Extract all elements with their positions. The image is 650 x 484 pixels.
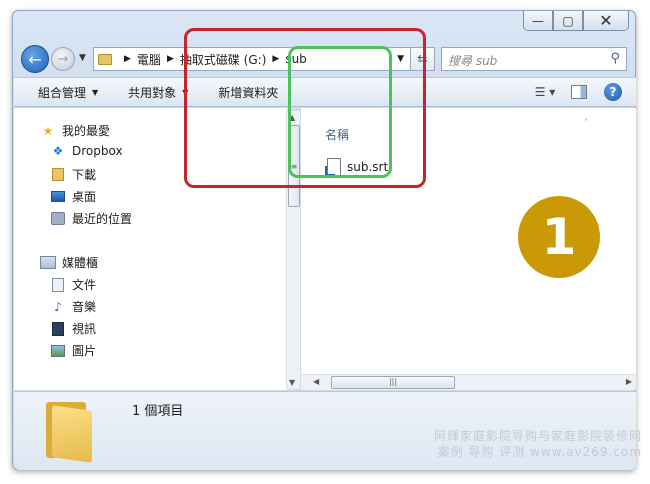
help-icon: ? — [604, 83, 622, 101]
picture-icon — [50, 344, 66, 358]
library-icon — [40, 256, 56, 270]
toolbar-right: ☰ ▾ ? — [534, 78, 636, 106]
recent-places-icon — [50, 212, 66, 226]
download-folder-icon — [50, 168, 66, 182]
arrow-right-icon: → — [57, 51, 69, 67]
nav-label: 桌面 — [72, 190, 97, 204]
watermark: 阿輝家庭影院导购与家庭影院装修网 案例 导购 评测 www.av269.com — [434, 428, 642, 460]
step-number-badge: 1 — [518, 196, 600, 278]
nav-label: 最近的位置 — [72, 212, 133, 226]
watermark-line1: 阿輝家庭影院导购与家庭影院装修网 — [433, 429, 642, 443]
organize-button[interactable]: 組合管理 ▼ — [38, 84, 98, 101]
caption-buttons: — ▢ ✕ — [523, 11, 629, 31]
desktop-icon — [50, 190, 66, 204]
nav-downloads[interactable]: 下載 — [50, 166, 96, 183]
back-button[interactable]: ← — [21, 45, 49, 73]
nav-music[interactable]: ♪ 音樂 — [50, 298, 96, 315]
search-placeholder: 搜尋 sub — [448, 54, 498, 68]
highlight-frame-green — [288, 46, 392, 178]
minimize-button[interactable]: — — [523, 11, 553, 31]
share-with-button[interactable]: 共用對象 ▼ — [128, 84, 188, 101]
folder-icon — [44, 398, 96, 463]
video-icon — [50, 321, 66, 336]
document-icon — [50, 277, 66, 292]
folder-icon — [98, 53, 112, 65]
nav-label: 下載 — [72, 168, 97, 182]
scroll-right-icon[interactable]: ▶ — [626, 377, 632, 386]
preview-pane-icon — [571, 85, 587, 99]
search-icon[interactable]: ⚲ — [610, 51, 620, 66]
maximize-button[interactable]: ▢ — [553, 11, 583, 31]
breadcrumb-computer[interactable]: 電腦 — [137, 51, 161, 68]
arrow-left-icon: ← — [28, 49, 42, 69]
close-button[interactable]: ✕ — [583, 11, 629, 31]
chevron-right-icon[interactable]: ▶ — [167, 54, 174, 64]
file-horizontal-scrollbar[interactable]: ◀ ||| ▶ — [301, 374, 636, 390]
nav-pictures[interactable]: 圖片 — [50, 342, 96, 359]
scroll-left-icon[interactable]: ◀ — [313, 377, 319, 386]
share-label: 共用對象 — [128, 85, 177, 100]
nav-recent-places[interactable]: 最近的位置 — [50, 210, 132, 227]
help-button[interactable]: ? — [602, 83, 624, 101]
watermark-line2: 案例 导购 评测 www.av269.com — [437, 445, 642, 459]
scroll-down-icon[interactable]: ▼ — [289, 378, 295, 387]
view-list-icon: ☰ ▾ — [534, 85, 556, 99]
dropbox-icon: ❖ — [52, 144, 64, 158]
chevron-right-icon[interactable]: ▶ — [124, 54, 131, 64]
sort-arrow-icon: ˄ — [584, 118, 588, 127]
organize-label: 組合管理 — [38, 85, 87, 100]
nav-label: Dropbox — [72, 144, 123, 158]
nav-label: 視訊 — [72, 322, 97, 336]
nav-favorites[interactable]: ★ 我的最愛 — [40, 122, 110, 139]
music-icon: ♪ — [54, 299, 62, 314]
recent-pages-dropdown[interactable]: ▼ — [79, 53, 86, 63]
nav-documents[interactable]: 文件 — [50, 276, 96, 293]
item-count: 1 個項目 — [132, 404, 184, 419]
scroll-thumb[interactable]: ||| — [331, 376, 455, 389]
nav-label: 圖片 — [72, 344, 97, 358]
nav-label: 媒體櫃 — [62, 256, 99, 270]
star-icon: ★ — [42, 123, 54, 138]
chevron-down-icon: ▼ — [92, 87, 99, 97]
nav-label: 文件 — [72, 278, 97, 292]
nav-libraries[interactable]: 媒體櫃 — [40, 254, 98, 271]
preview-pane-button[interactable] — [568, 83, 590, 101]
nav-label: 音樂 — [72, 300, 97, 314]
search-input[interactable]: 搜尋 sub ⚲ — [441, 47, 627, 71]
nav-dropbox[interactable]: ❖ Dropbox — [50, 144, 123, 158]
forward-button[interactable]: → — [51, 47, 75, 71]
nav-label: 我的最愛 — [62, 124, 111, 138]
nav-videos[interactable]: 視訊 — [50, 320, 96, 337]
nav-desktop[interactable]: 桌面 — [50, 188, 96, 205]
view-options-button[interactable]: ☰ ▾ — [534, 83, 556, 101]
